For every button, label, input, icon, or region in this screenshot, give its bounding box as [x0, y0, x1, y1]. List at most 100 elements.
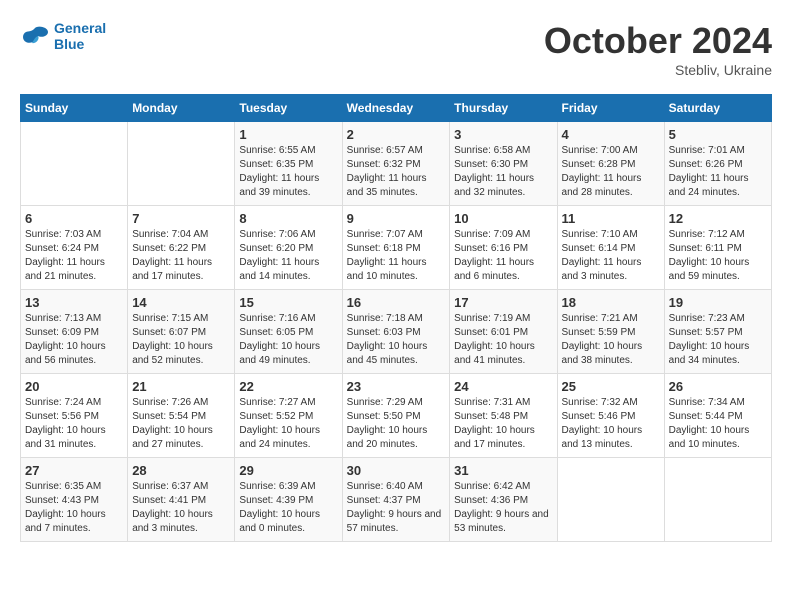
day-number: 15: [239, 295, 337, 310]
calendar-cell: 17 Sunrise: 7:19 AM Sunset: 6:01 PM Dayli…: [450, 290, 557, 374]
weekday-row: SundayMondayTuesdayWednesdayThursdayFrid…: [21, 95, 772, 122]
day-number: 4: [562, 127, 660, 142]
calendar-body: 1Sunrise: 6:55 AM Sunset: 6:35 PM Daylig…: [21, 122, 772, 542]
calendar-cell: 26 Sunrise: 7:34 AM Sunset: 5:44 PM Dayli…: [664, 374, 771, 458]
day-number: 27: [25, 463, 123, 478]
day-info: Sunrise: 7:31 AM Sunset: 5:48 PM Dayligh…: [454, 396, 552, 452]
day-number: 10: [454, 211, 552, 226]
day-info: Sunrise: 7:15 AM Sunset: 6:07 PM Dayligh…: [132, 312, 230, 368]
calendar-cell: 24 Sunrise: 7:31 AM Sunset: 5:48 PM Dayli…: [450, 374, 557, 458]
weekday-header: Sunday: [21, 95, 128, 122]
calendar-cell: 19 Sunrise: 7:23 AM Sunset: 5:57 PM Dayli…: [664, 290, 771, 374]
calendar-cell: 9Sunrise: 7:07 AM Sunset: 6:18 PM Daylig…: [342, 206, 450, 290]
day-info: Sunrise: 7:12 AM Sunset: 6:11 PM Dayligh…: [669, 228, 767, 284]
day-info: Sunrise: 7:03 AM Sunset: 6:24 PM Dayligh…: [25, 228, 123, 284]
day-number: 16: [347, 295, 446, 310]
day-info: Sunrise: 6:35 AM Sunset: 4:43 PM Dayligh…: [25, 480, 123, 536]
day-info: Sunrise: 7:18 AM Sunset: 6:03 PM Dayligh…: [347, 312, 446, 368]
day-number: 3: [454, 127, 552, 142]
day-number: 11: [562, 211, 660, 226]
day-number: 8: [239, 211, 337, 226]
calendar-cell: 12 Sunrise: 7:12 AM Sunset: 6:11 PM Dayli…: [664, 206, 771, 290]
day-number: 19: [669, 295, 767, 310]
day-info: Sunrise: 7:27 AM Sunset: 5:52 PM Dayligh…: [239, 396, 337, 452]
day-info: Sunrise: 6:39 AM Sunset: 4:39 PM Dayligh…: [239, 480, 337, 536]
calendar-cell: 27 Sunrise: 6:35 AM Sunset: 4:43 PM Dayli…: [21, 458, 128, 542]
calendar-cell: 28 Sunrise: 6:37 AM Sunset: 4:41 PM Dayli…: [128, 458, 235, 542]
calendar-cell: 16 Sunrise: 7:18 AM Sunset: 6:03 PM Dayli…: [342, 290, 450, 374]
day-info: Sunrise: 7:24 AM Sunset: 5:56 PM Dayligh…: [25, 396, 123, 452]
day-info: Sunrise: 7:00 AM Sunset: 6:28 PM Dayligh…: [562, 144, 660, 200]
day-number: 18: [562, 295, 660, 310]
calendar-cell: 22 Sunrise: 7:27 AM Sunset: 5:52 PM Dayli…: [235, 374, 342, 458]
calendar-cell: 20 Sunrise: 7:24 AM Sunset: 5:56 PM Dayli…: [21, 374, 128, 458]
day-info: Sunrise: 7:09 AM Sunset: 6:16 PM Dayligh…: [454, 228, 552, 284]
calendar-week-row: 1Sunrise: 6:55 AM Sunset: 6:35 PM Daylig…: [21, 122, 772, 206]
weekday-header: Tuesday: [235, 95, 342, 122]
calendar-cell: 21Sunrise: 7:26 AM Sunset: 5:54 PM Dayli…: [128, 374, 235, 458]
day-number: 23: [347, 379, 446, 394]
calendar-cell: [557, 458, 664, 542]
day-number: 31: [454, 463, 552, 478]
day-number: 30: [347, 463, 446, 478]
day-info: Sunrise: 6:58 AM Sunset: 6:30 PM Dayligh…: [454, 144, 552, 200]
day-number: 1: [239, 127, 337, 142]
calendar-cell: 10 Sunrise: 7:09 AM Sunset: 6:16 PM Dayli…: [450, 206, 557, 290]
page-header: General Blue October 2024 Stebliv, Ukrai…: [20, 20, 772, 78]
calendar-table: SundayMondayTuesdayWednesdayThursdayFrid…: [20, 94, 772, 542]
calendar-week-row: 27 Sunrise: 6:35 AM Sunset: 4:43 PM Dayli…: [21, 458, 772, 542]
day-info: Sunrise: 7:06 AM Sunset: 6:20 PM Dayligh…: [239, 228, 337, 284]
day-info: Sunrise: 7:23 AM Sunset: 5:57 PM Dayligh…: [669, 312, 767, 368]
day-info: Sunrise: 7:32 AM Sunset: 5:46 PM Dayligh…: [562, 396, 660, 452]
day-number: 5: [669, 127, 767, 142]
logo-icon: [20, 24, 50, 48]
day-info: Sunrise: 7:29 AM Sunset: 5:50 PM Dayligh…: [347, 396, 446, 452]
day-info: Sunrise: 6:37 AM Sunset: 4:41 PM Dayligh…: [132, 480, 230, 536]
day-info: Sunrise: 6:42 AM Sunset: 4:36 PM Dayligh…: [454, 480, 552, 536]
day-number: 28: [132, 463, 230, 478]
location-subtitle: Stebliv, Ukraine: [544, 62, 772, 78]
weekday-header: Wednesday: [342, 95, 450, 122]
calendar-cell: [664, 458, 771, 542]
day-number: 7: [132, 211, 230, 226]
day-number: 24: [454, 379, 552, 394]
weekday-header: Friday: [557, 95, 664, 122]
calendar-cell: 25Sunrise: 7:32 AM Sunset: 5:46 PM Dayli…: [557, 374, 664, 458]
calendar-week-row: 13Sunrise: 7:13 AM Sunset: 6:09 PM Dayli…: [21, 290, 772, 374]
calendar-cell: 18 Sunrise: 7:21 AM Sunset: 5:59 PM Dayli…: [557, 290, 664, 374]
calendar-cell: 8 Sunrise: 7:06 AM Sunset: 6:20 PM Daylig…: [235, 206, 342, 290]
month-title: October 2024: [544, 20, 772, 62]
day-info: Sunrise: 6:40 AM Sunset: 4:37 PM Dayligh…: [347, 480, 446, 536]
day-number: 22: [239, 379, 337, 394]
weekday-header: Thursday: [450, 95, 557, 122]
day-number: 14: [132, 295, 230, 310]
calendar-cell: 4 Sunrise: 7:00 AM Sunset: 6:28 PM Daylig…: [557, 122, 664, 206]
day-number: 6: [25, 211, 123, 226]
day-number: 21: [132, 379, 230, 394]
calendar-cell: 2 Sunrise: 6:57 AM Sunset: 6:32 PM Daylig…: [342, 122, 450, 206]
calendar-cell: 23 Sunrise: 7:29 AM Sunset: 5:50 PM Dayli…: [342, 374, 450, 458]
logo-text: General Blue: [54, 20, 106, 52]
day-number: 20: [25, 379, 123, 394]
day-number: 26: [669, 379, 767, 394]
calendar-cell: 14 Sunrise: 7:15 AM Sunset: 6:07 PM Dayli…: [128, 290, 235, 374]
day-number: 29: [239, 463, 337, 478]
day-info: Sunrise: 7:07 AM Sunset: 6:18 PM Dayligh…: [347, 228, 446, 284]
day-number: 17: [454, 295, 552, 310]
calendar-header: SundayMondayTuesdayWednesdayThursdayFrid…: [21, 95, 772, 122]
title-block: October 2024 Stebliv, Ukraine: [544, 20, 772, 78]
calendar-cell: [21, 122, 128, 206]
day-info: Sunrise: 7:21 AM Sunset: 5:59 PM Dayligh…: [562, 312, 660, 368]
calendar-cell: 7Sunrise: 7:04 AM Sunset: 6:22 PM Daylig…: [128, 206, 235, 290]
day-info: Sunrise: 7:34 AM Sunset: 5:44 PM Dayligh…: [669, 396, 767, 452]
day-number: 2: [347, 127, 446, 142]
calendar-cell: 31 Sunrise: 6:42 AM Sunset: 4:36 PM Dayli…: [450, 458, 557, 542]
day-info: Sunrise: 7:10 AM Sunset: 6:14 PM Dayligh…: [562, 228, 660, 284]
day-info: Sunrise: 7:19 AM Sunset: 6:01 PM Dayligh…: [454, 312, 552, 368]
day-info: Sunrise: 6:57 AM Sunset: 6:32 PM Dayligh…: [347, 144, 446, 200]
calendar-cell: 1Sunrise: 6:55 AM Sunset: 6:35 PM Daylig…: [235, 122, 342, 206]
day-number: 12: [669, 211, 767, 226]
logo: General Blue: [20, 20, 106, 52]
calendar-cell: 11 Sunrise: 7:10 AM Sunset: 6:14 PM Dayli…: [557, 206, 664, 290]
calendar-cell: 29 Sunrise: 6:39 AM Sunset: 4:39 PM Dayli…: [235, 458, 342, 542]
